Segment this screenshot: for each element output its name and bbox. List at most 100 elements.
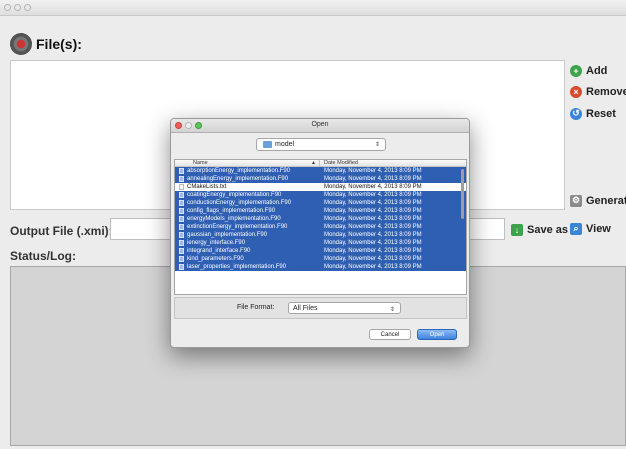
save-as-label: Save as [527,223,568,236]
file-rows: absorptionEnergy_implementation.F90 Monda… [175,167,466,271]
file-row[interactable]: energyModels_implementation.F90 Monday, N… [175,215,466,223]
document-icon [179,256,184,262]
file-browser[interactable]: Name ▲ Date Modified absorptionEnergy_im… [174,159,467,295]
file-name-cell: absorptionEnergy_implementation.F90 [175,167,320,175]
name-column-label: Name [193,160,208,166]
open-dialog: Open model ⇕ Name ▲ Date Modified absorp… [170,118,470,348]
name-column-header[interactable]: Name ▲ [175,160,320,166]
file-date: Monday, November 4, 2013 8:09 PM [324,264,422,270]
minimize-window-button[interactable] [14,4,21,11]
file-name-cell: CMakeLists.txt [175,183,320,191]
view-button[interactable]: ⌕ View [570,219,626,238]
file-row[interactable]: laser_properties_implementation.F90 Monda… [175,263,466,271]
file-row[interactable]: integrand_interface.F90 Monday, November … [175,247,466,255]
file-format-label: File Format: [237,304,275,311]
folder-select[interactable]: model ⇕ [256,138,386,151]
file-date: Monday, November 4, 2013 8:09 PM [324,256,422,262]
popup-arrows-icon: ⇕ [389,307,395,313]
file-name-cell: coatingEnergy_implementation.F90 [175,191,320,199]
file-name-cell: extinctionEnergy_implementation.F90 [175,223,320,231]
popup-arrows-icon: ⇕ [374,142,380,148]
document-icon [179,216,184,222]
remove-icon: × [570,85,582,98]
file-name-cell: energyModels_implementation.F90 [175,215,320,223]
reset-button[interactable]: ↺ Reset [570,104,626,123]
file-name: kind_parameters.F90 [187,256,244,262]
add-label: Add [586,64,608,77]
generate-button[interactable]: ⚙ Generate [570,191,626,210]
document-icon [179,240,184,246]
folder-icon [263,141,272,148]
close-window-button[interactable] [4,4,11,11]
file-name-cell: annealingEnergy_implementation.F90 [175,175,320,183]
zoom-window-button[interactable] [24,4,31,11]
file-row[interactable]: absorptionEnergy_implementation.F90 Monda… [175,167,466,175]
file-row[interactable]: extinctionEnergy_implementation.F90 Monda… [175,223,466,231]
document-icon [179,184,184,190]
scrollbar[interactable] [461,169,464,219]
file-row[interactable]: CMakeLists.txt Monday, November 4, 2013 8… [175,183,466,191]
output-file-label: Output File (.xmi): [10,224,113,238]
file-name: CMakeLists.txt [187,184,227,190]
file-date: Monday, November 4, 2013 8:09 PM [324,232,422,238]
open-button[interactable]: Open [417,329,457,340]
document-icon [179,192,184,198]
files-header: File(s): [10,33,82,55]
file-name: annealingEnergy_implementation.F90 [187,176,289,182]
file-row[interactable]: gaussian_implementation.F90 Monday, Novem… [175,231,466,239]
file-date: Monday, November 4, 2013 8:09 PM [324,208,422,214]
file-name: ienergy_interface.F90 [187,240,246,246]
file-name: energyModels_implementation.F90 [187,216,281,222]
column-headers: Name ▲ Date Modified [175,160,466,167]
file-name: absorptionEnergy_implementation.F90 [187,168,291,174]
file-date: Monday, November 4, 2013 8:09 PM [324,184,422,190]
view-label: View [586,222,611,235]
file-name: laser_properties_implementation.F90 [187,264,287,270]
save-icon: ↓ [511,223,523,236]
file-date: Monday, November 4, 2013 8:09 PM [324,216,422,222]
file-format-row: File Format: All Files ⇕ [174,297,467,319]
file-date: Monday, November 4, 2013 8:09 PM [324,192,422,198]
file-date: Monday, November 4, 2013 8:09 PM [324,224,422,230]
folder-name: model [275,141,295,148]
gear-icon [10,33,32,55]
file-name: extinctionEnergy_implementation.F90 [187,224,288,230]
file-name-cell: conductionEnergy_implementation.F90 [175,199,320,207]
file-name: gaussian_implementation.F90 [187,232,268,238]
add-icon: + [570,64,582,77]
cancel-button[interactable]: Cancel [369,329,411,340]
gear-small-icon: ⚙ [570,194,582,207]
file-date: Monday, November 4, 2013 8:09 PM [324,200,422,206]
search-icon: ⌕ [570,222,582,235]
file-row[interactable]: kind_parameters.F90 Monday, November 4, 2… [175,255,466,263]
file-format-value: All Files [293,305,318,312]
document-icon [179,232,184,238]
document-icon [179,208,184,214]
file-name: config_flags_implementation.F90 [187,208,276,214]
file-row[interactable]: annealingEnergy_implementation.F90 Monday… [175,175,466,183]
file-date: Monday, November 4, 2013 8:09 PM [324,176,422,182]
window-titlebar [0,0,626,16]
file-row[interactable]: config_flags_implementation.F90 Monday, N… [175,207,466,215]
document-icon [179,264,184,270]
file-name-cell: laser_properties_implementation.F90 [175,263,320,271]
file-name: conductionEnergy_implementation.F90 [187,200,292,206]
document-icon [179,224,184,230]
file-row[interactable]: coatingEnergy_implementation.F90 Monday, … [175,191,466,199]
remove-button[interactable]: × Remove [570,82,626,101]
date-column-header[interactable]: Date Modified [320,160,358,166]
document-icon [179,176,184,182]
reset-icon: ↺ [570,107,582,120]
add-button[interactable]: + Add [570,61,626,80]
file-name: integrand_interface.F90 [187,248,251,254]
file-row[interactable]: ienergy_interface.F90 Monday, November 4,… [175,239,466,247]
file-date: Monday, November 4, 2013 8:09 PM [324,248,422,254]
file-name-cell: ienergy_interface.F90 [175,239,320,247]
save-as-button[interactable]: ↓ Save as [511,220,568,239]
reset-label: Reset [586,107,616,120]
file-row[interactable]: conductionEnergy_implementation.F90 Monda… [175,199,466,207]
file-format-select[interactable]: All Files ⇕ [288,302,401,314]
document-icon [179,200,184,206]
file-name-cell: gaussian_implementation.F90 [175,231,320,239]
file-name: coatingEnergy_implementation.F90 [187,192,282,198]
